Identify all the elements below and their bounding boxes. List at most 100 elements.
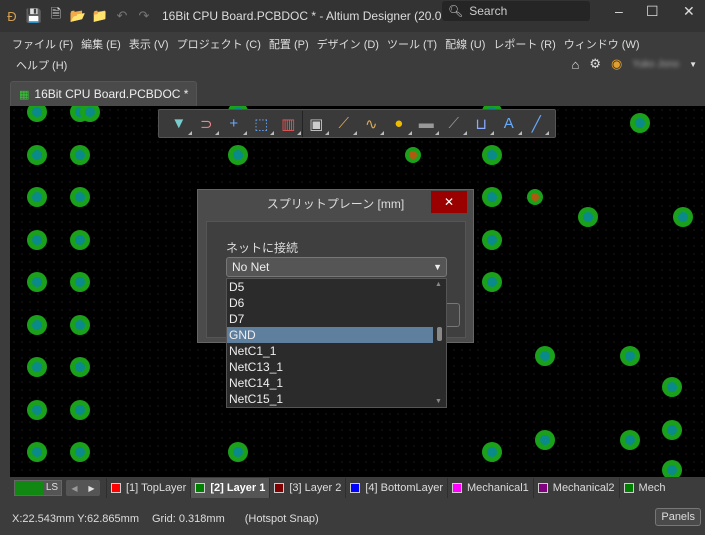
filter-icon[interactable]: ▼ (165, 111, 193, 137)
menu-item[interactable]: ツール (T) (387, 36, 437, 52)
pcb-pad[interactable] (27, 230, 47, 250)
layer-tab[interactable]: [1] TopLayer (106, 478, 190, 498)
net-option[interactable]: D6 (227, 295, 433, 311)
layer-tab[interactable]: Mechanical2 (532, 478, 619, 498)
pcb-pad[interactable] (620, 346, 640, 366)
pcb-pad[interactable] (482, 442, 502, 462)
menu-item[interactable]: レポート (R) (493, 36, 555, 52)
net-option[interactable]: D7 (227, 311, 433, 327)
layer-tab[interactable]: [4] BottomLayer (345, 478, 447, 498)
align-icon[interactable]: ▥ (275, 110, 303, 137)
length-tune-icon[interactable]: ∿ (358, 111, 386, 137)
pcb-pad[interactable] (70, 272, 90, 292)
cross-icon[interactable]: + (220, 111, 248, 137)
pcb-pad[interactable] (27, 187, 47, 207)
pcb-pad[interactable] (70, 230, 90, 250)
pcb-pad[interactable] (482, 145, 502, 165)
menu-item[interactable]: ウィンドウ (W) (564, 36, 640, 52)
net-option[interactable]: NetC14_1 (227, 375, 433, 391)
layer-tab[interactable]: Mechanical1 (447, 478, 533, 498)
route-icon[interactable]: ⟋ (330, 111, 358, 137)
net-option[interactable]: NetC15_1 (227, 391, 433, 407)
maximize-button[interactable]: ☐ (646, 3, 659, 20)
pcb-pad[interactable] (662, 420, 682, 440)
pcb-pad[interactable] (70, 187, 90, 207)
layer-tab[interactable]: [2] Layer 1 (190, 478, 270, 498)
menu-item[interactable]: プロジェクト (C) (177, 36, 261, 52)
pcb-pad[interactable] (482, 187, 502, 207)
pcb-pad[interactable] (673, 207, 693, 227)
menu-item[interactable]: 編集 (E) (81, 36, 121, 52)
pcb-pad[interactable] (70, 442, 90, 462)
pcb-pad[interactable] (662, 460, 682, 477)
pcb-pad[interactable] (27, 106, 47, 122)
net-option[interactable]: D5 (227, 279, 433, 295)
layer-tab[interactable]: [3] Layer 2 (269, 478, 345, 498)
component-icon[interactable]: ▣ (303, 111, 331, 137)
pcb-pad[interactable] (228, 145, 248, 165)
pcb-pad[interactable] (27, 145, 47, 165)
pcb-pad[interactable] (70, 315, 90, 335)
chevron-down-icon[interactable]: ▼ (689, 60, 697, 69)
pcb-pad[interactable] (80, 106, 100, 122)
scrollbar[interactable]: ▲ ▼ (432, 279, 446, 407)
keepout-icon[interactable]: ⟋ (440, 111, 468, 137)
net-option[interactable]: GND (227, 327, 433, 343)
dialog-button[interactable] (446, 303, 460, 327)
pcb-pad[interactable] (620, 430, 640, 450)
pcb-via[interactable] (405, 147, 421, 163)
home-icon[interactable]: ⌂ (572, 57, 580, 72)
pcb-pad[interactable] (27, 357, 47, 377)
menu-item[interactable]: 配線 (U) (445, 36, 485, 52)
dimension-icon[interactable]: ⊔ (468, 111, 496, 137)
pcb-pad[interactable] (70, 400, 90, 420)
pad-icon[interactable]: ● (385, 111, 413, 137)
pcb-pad[interactable] (535, 430, 555, 450)
interactive-snap-icon[interactable]: ⊃ (193, 111, 221, 137)
net-option[interactable]: NetC1_1 (227, 343, 433, 359)
polygon-icon[interactable]: ▬ (413, 111, 441, 137)
open-project-icon[interactable]: 📁 (90, 6, 110, 26)
pcb-pad[interactable] (27, 272, 47, 292)
save-all-icon[interactable]: 🗎 (46, 6, 66, 26)
pcb-pad[interactable] (27, 315, 47, 335)
pcb-pad[interactable] (662, 377, 682, 397)
pcb-pad[interactable] (482, 230, 502, 250)
dialog-close-button[interactable]: ✕ (431, 191, 467, 213)
menu-help[interactable]: ヘルプ (H) (16, 57, 67, 73)
user-name[interactable]: Yuko Jono (632, 59, 679, 70)
pcb-pad[interactable] (578, 207, 598, 227)
pcb-pad[interactable] (70, 145, 90, 165)
pcb-pad[interactable] (482, 272, 502, 292)
pcb-pad[interactable] (228, 442, 248, 462)
menu-item[interactable]: 表示 (V) (129, 36, 169, 52)
close-button[interactable]: ✕ (683, 3, 695, 20)
line-icon[interactable]: ╱ (523, 111, 551, 137)
undo-icon[interactable]: ↶ (112, 6, 132, 26)
pcb-pad[interactable] (630, 113, 650, 133)
menu-item[interactable]: デザイン (D) (317, 36, 379, 52)
tab-pcb-document[interactable]: ▦ 16Bit CPU Board.PCBDOC * (10, 81, 198, 106)
pcb-pad[interactable] (535, 346, 555, 366)
select-rect-icon[interactable]: ⬚ (248, 111, 276, 137)
search-input[interactable]: 🔍︎ Search (442, 1, 590, 21)
gear-icon[interactable]: ⚙ (589, 56, 601, 72)
scroll-right-icon[interactable]: ▶ (88, 484, 94, 493)
pcb-via[interactable] (527, 189, 543, 205)
open-folder-icon[interactable]: 📂 (68, 6, 88, 26)
net-select[interactable]: No Net ▼ (226, 257, 447, 277)
layer-set-button[interactable]: LS (14, 480, 62, 496)
minimize-button[interactable]: – (615, 3, 623, 19)
text-icon[interactable]: A (495, 111, 523, 137)
pcb-pad[interactable] (27, 442, 47, 462)
avatar[interactable]: ◉ (611, 56, 622, 72)
net-option[interactable]: NetC13_1 (227, 359, 433, 375)
pcb-pad[interactable] (70, 357, 90, 377)
pcb-pad[interactable] (27, 400, 47, 420)
save-icon[interactable]: 💾 (24, 6, 44, 26)
menu-item[interactable]: 配置 (P) (269, 36, 309, 52)
scroll-left-icon[interactable]: ◀ (71, 484, 77, 493)
layer-tab[interactable]: Mech (618, 478, 670, 498)
panels-button[interactable]: Panels (655, 508, 701, 526)
redo-icon[interactable]: ↷ (134, 6, 154, 26)
